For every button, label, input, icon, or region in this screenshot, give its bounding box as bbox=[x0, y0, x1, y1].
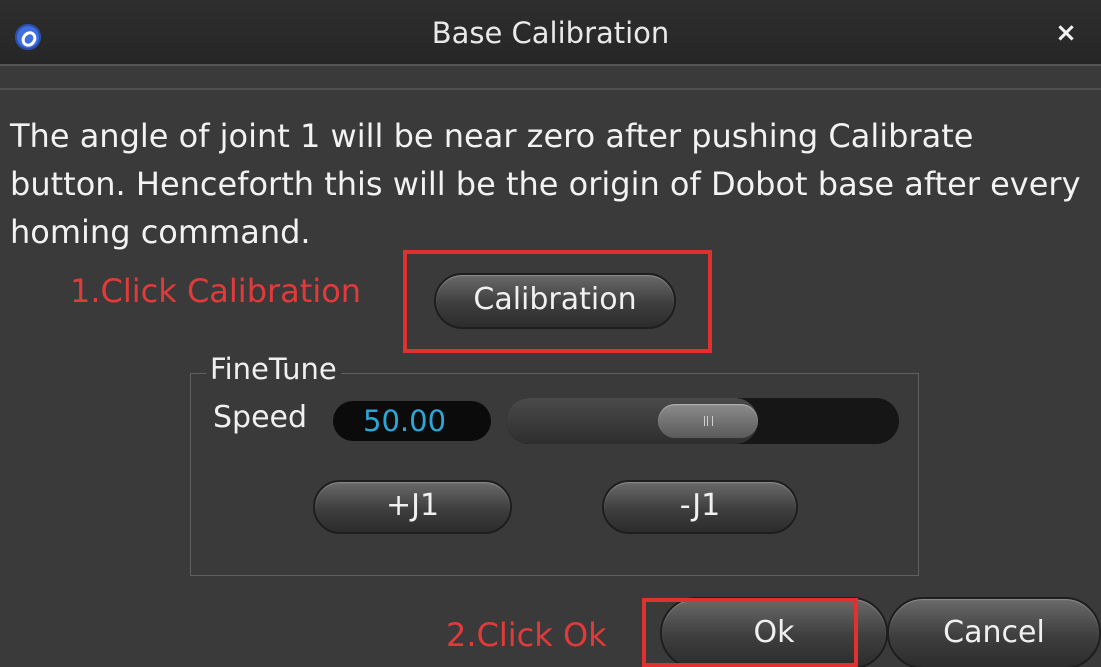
grip-icon bbox=[704, 416, 713, 426]
step2-annotation: 2.Click Ok bbox=[446, 616, 607, 654]
calibration-button[interactable]: Calibration bbox=[434, 273, 676, 329]
speed-label: Speed bbox=[213, 400, 308, 435]
j1-minus-button[interactable]: -J1 bbox=[602, 480, 798, 534]
speed-input[interactable]: 50.00 bbox=[333, 401, 491, 441]
speed-slider[interactable] bbox=[506, 398, 899, 444]
base-calibration-dialog: Base Calibration × The angle of joint 1 … bbox=[0, 0, 1101, 667]
j1-plus-button[interactable]: +J1 bbox=[313, 480, 512, 534]
title-bar: Base Calibration × bbox=[0, 0, 1101, 66]
window-title: Base Calibration bbox=[431, 16, 670, 50]
divider bbox=[0, 88, 1101, 90]
step1-annotation: 1.Click Calibration bbox=[70, 272, 362, 310]
ok-highlight-box bbox=[642, 598, 858, 667]
speed-slider-handle[interactable] bbox=[658, 404, 758, 438]
close-icon[interactable]: × bbox=[1049, 16, 1083, 50]
finetune-group-label: FineTune bbox=[206, 352, 341, 386]
cancel-button[interactable]: Cancel bbox=[887, 597, 1101, 667]
instruction-text: The angle of joint 1 will be near zero a… bbox=[10, 117, 1081, 251]
